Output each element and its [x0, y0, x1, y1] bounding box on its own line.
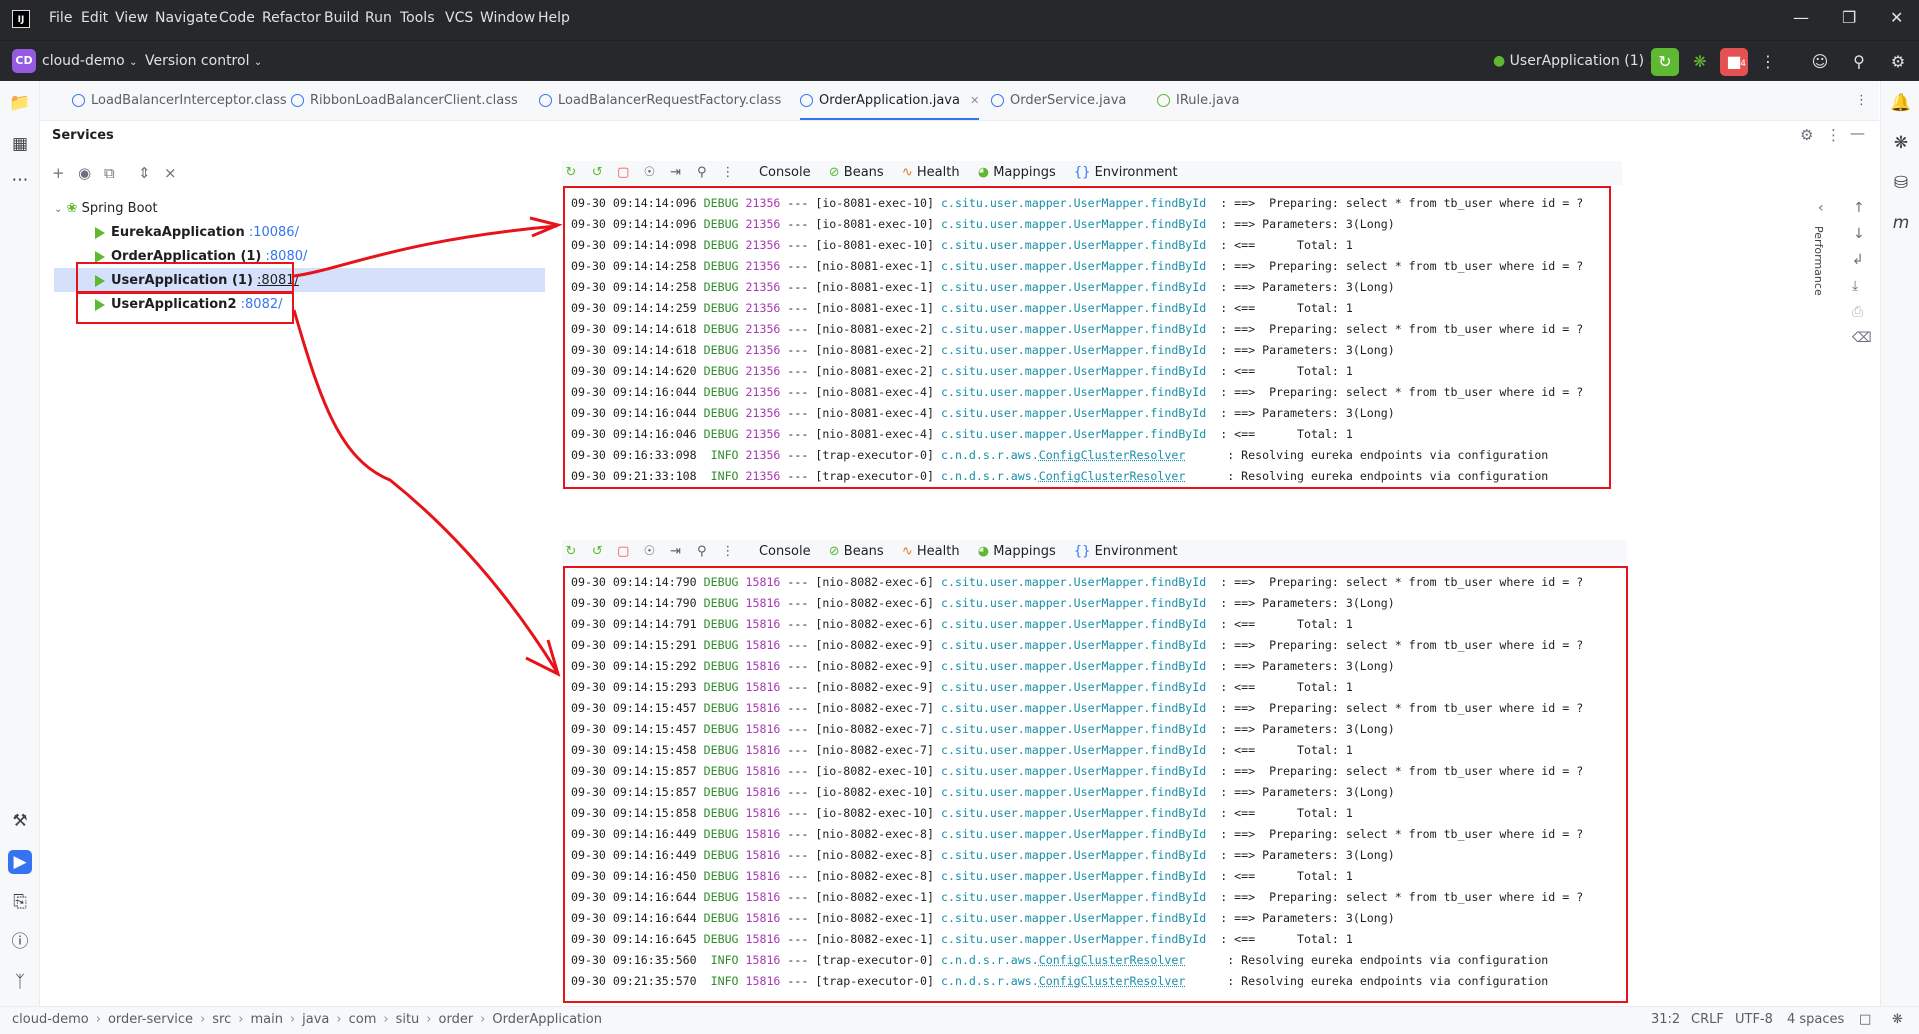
breadcrumb-item[interactable]: com: [349, 1012, 377, 1027]
caret-position[interactable]: 31:2: [1651, 1012, 1680, 1027]
chevron-right-icon: ›: [480, 1012, 486, 1027]
breadcrumb-item[interactable]: situ: [396, 1012, 420, 1027]
chevron-right-icon: ›: [238, 1012, 244, 1027]
line-separator[interactable]: CRLF: [1691, 1012, 1724, 1027]
ai-status-icon[interactable]: ❋: [1892, 1012, 1903, 1027]
breadcrumb-item[interactable]: java: [302, 1012, 329, 1027]
chevron-right-icon: ›: [200, 1012, 206, 1027]
breadcrumb-item[interactable]: OrderApplication: [492, 1012, 602, 1027]
chevron-right-icon: ›: [95, 1012, 101, 1027]
breadcrumb: cloud-demo › order-service › src › main › java › c…: [12, 1012, 602, 1027]
chevron-right-icon: ›: [426, 1012, 432, 1027]
chevron-right-icon: ›: [289, 1012, 296, 1027]
readonly-lock-icon[interactable]: □: [1859, 1012, 1871, 1027]
chevron-right-icon: ›: [336, 1012, 342, 1027]
arrow-to-console-2: [292, 309, 559, 673]
breadcrumb-item[interactable]: cloud-demo: [12, 1012, 89, 1027]
status-bar: cloud-demo › order-service › src › main › java › c…: [0, 1006, 1919, 1034]
chevron-right-icon: ›: [383, 1012, 389, 1027]
indent-setting[interactable]: 4 spaces: [1787, 1012, 1844, 1027]
breadcrumb-item[interactable]: order-service: [108, 1012, 193, 1027]
annotation-arrows: [292, 216, 563, 677]
breadcrumb-item[interactable]: main: [250, 1012, 282, 1027]
breadcrumb-item[interactable]: order: [439, 1012, 474, 1027]
file-encoding[interactable]: UTF-8: [1735, 1012, 1773, 1027]
breadcrumb-item[interactable]: src: [212, 1012, 231, 1027]
arrowhead-console-2: [525, 639, 561, 677]
arrow-to-console-1: [293, 224, 558, 278]
